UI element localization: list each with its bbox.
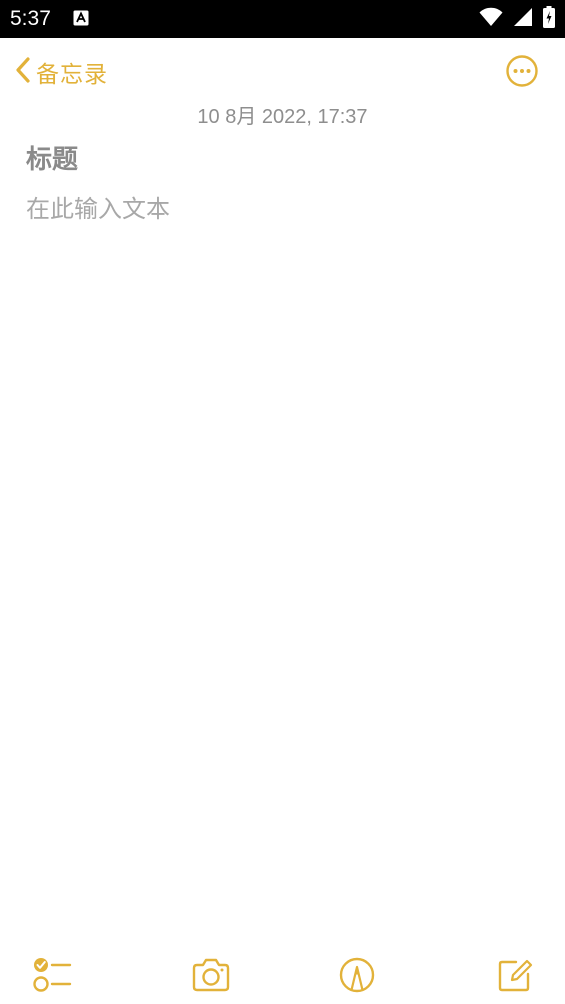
note-date: 10 8月 2022, 17:37 <box>197 106 368 128</box>
compose-icon <box>494 954 536 996</box>
markup-button[interactable] <box>336 954 378 996</box>
back-label: 备忘录 <box>36 62 108 88</box>
signal-icon <box>513 7 533 31</box>
back-button[interactable]: 备忘录 <box>16 52 108 92</box>
note-body-field[interactable]: 在此输入文本 <box>26 192 536 226</box>
navigation-bar: 备忘录 <box>0 38 565 104</box>
more-options-button[interactable] <box>505 54 539 88</box>
markup-pen-icon <box>336 954 378 996</box>
chevron-left-icon <box>16 57 30 87</box>
camera-button[interactable] <box>190 954 232 996</box>
compose-button[interactable] <box>494 954 536 996</box>
bottom-toolbar <box>0 946 565 1004</box>
status-time: 5:37 <box>10 7 51 30</box>
checklist-icon <box>31 954 73 996</box>
a-icon <box>73 10 89 26</box>
camera-icon <box>190 954 232 996</box>
checklist-button[interactable] <box>31 954 73 996</box>
more-circle-icon <box>505 55 539 92</box>
status-icons <box>479 6 555 32</box>
status-bar: 5:37 <box>0 0 565 38</box>
battery-charging-icon <box>543 6 555 32</box>
wifi-icon <box>479 7 503 31</box>
note-title-field[interactable]: 标题 <box>26 142 536 178</box>
